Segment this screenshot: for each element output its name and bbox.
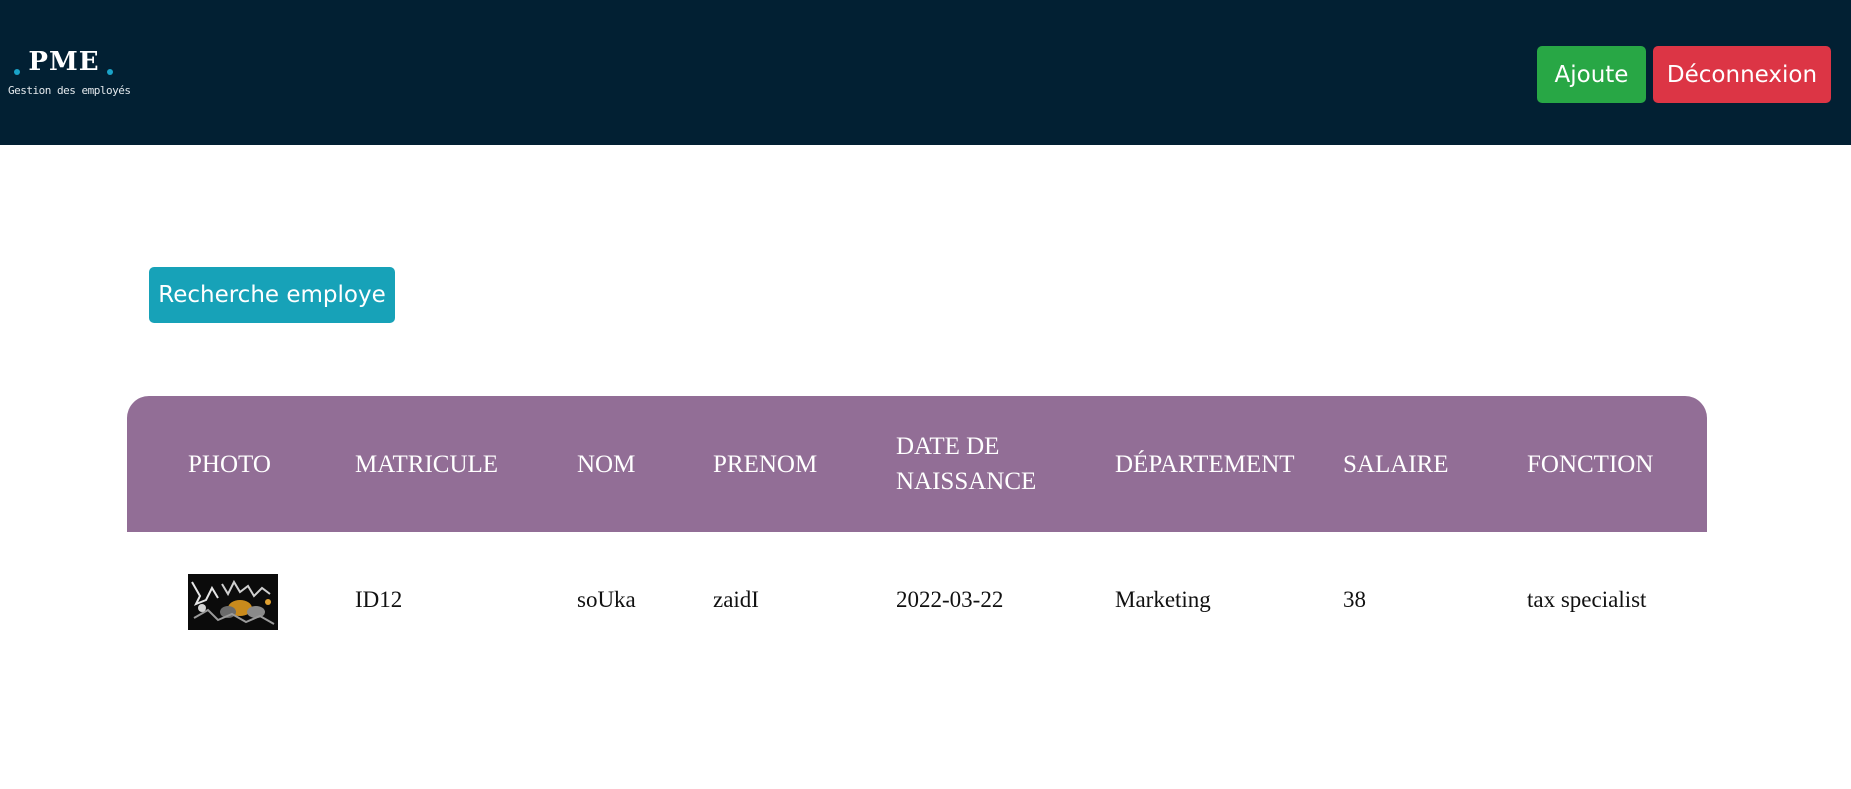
cell-fonction: tax specialist <box>1527 587 1647 612</box>
header-departement: DÉPARTEMENT <box>1115 450 1295 478</box>
photo-thumbnail-icon <box>188 574 278 630</box>
header-prenom: PRENOM <box>713 450 818 478</box>
pme-logo[interactable]: PME Gestion des employés <box>8 44 138 104</box>
header-salaire: SALAIRE <box>1343 450 1449 478</box>
search-employee-button[interactable]: Recherche employe <box>149 267 395 323</box>
header-date-naissance: DATE DE NAISSANCE <box>896 433 1037 495</box>
cell-matricule: ID12 <box>355 587 403 612</box>
table-header: PHOTO MATRICULE NOM PRENOM DATE DE NAISS… <box>127 396 1707 532</box>
logo-title: PME <box>28 47 100 77</box>
logo-subtitle: Gestion des employés <box>8 84 131 97</box>
employee-table: PHOTO MATRICULE NOM PRENOM DATE DE NAISS… <box>127 396 1707 668</box>
cell-departement: Marketing <box>1115 587 1211 612</box>
logo-dot-right <box>107 69 113 75</box>
cell-nom: soUka <box>577 587 636 612</box>
header-photo: PHOTO <box>188 450 271 478</box>
add-button[interactable]: Ajoute <box>1537 46 1646 103</box>
header-fonction: FONCTION <box>1527 450 1654 478</box>
header-nom: NOM <box>577 450 636 478</box>
employee-photo <box>188 574 278 630</box>
top-navbar: PME Gestion des employés Ajoute Déconnex… <box>0 0 1851 145</box>
table-row[interactable]: ID12 soUka zaidI 2022-03-22 Marketing 38… <box>127 532 1707 668</box>
cell-salaire: 38 <box>1343 587 1366 612</box>
cell-date-naissance: 2022-03-22 <box>896 587 1004 612</box>
cell-prenom: zaidI <box>713 587 759 612</box>
header-matricule: MATRICULE <box>355 450 499 478</box>
logout-button[interactable]: Déconnexion <box>1653 46 1831 103</box>
